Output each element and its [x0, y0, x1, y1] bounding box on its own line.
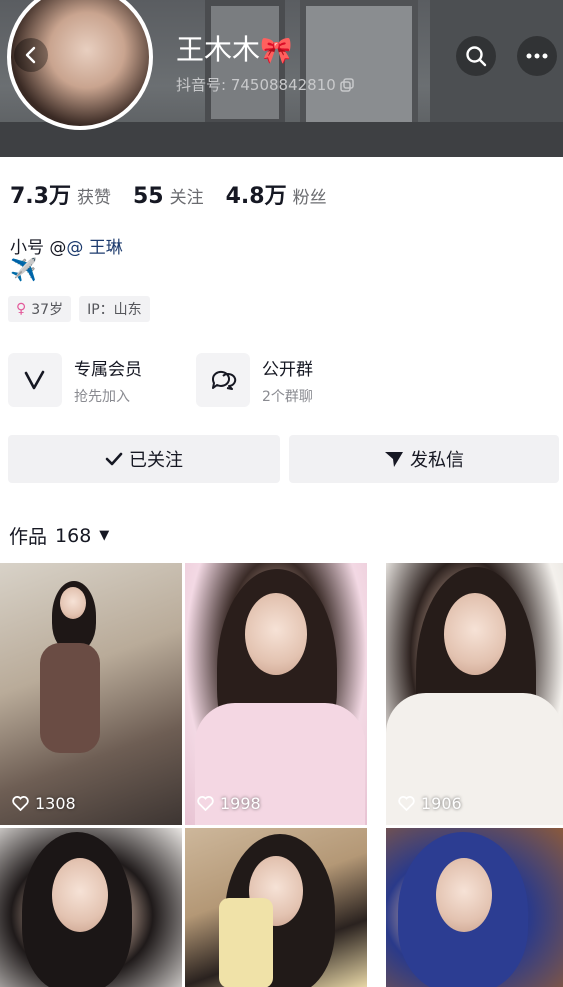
- check-icon: [105, 452, 123, 466]
- heart-icon: [12, 796, 29, 811]
- video-thumbnail[interactable]: 1906: [386, 563, 563, 825]
- video-thumbnail[interactable]: 1998: [185, 563, 367, 825]
- likes-count: 1906: [398, 794, 462, 813]
- message-label: 发私信: [410, 450, 464, 471]
- chat-bubbles-icon: [211, 370, 237, 390]
- airplane-emoji: ✈️: [10, 258, 38, 283]
- thumbnail-face: [444, 593, 506, 675]
- user-name-text: 王木木: [176, 33, 261, 66]
- likes-value: 1308: [35, 794, 76, 813]
- thumbnail-face: [245, 593, 307, 675]
- bow-emoji: 🎀: [260, 36, 293, 66]
- age-tag: ♀ 37岁: [8, 296, 72, 322]
- chevron-left-icon: [25, 46, 36, 64]
- works-label: 作品: [9, 526, 48, 548]
- stat-label: 粉丝: [292, 188, 327, 208]
- thumbnail-face: [436, 858, 492, 932]
- bio-prefix: 小号 @: [10, 238, 67, 258]
- user-id-row[interactable]: 抖音号: 74508842810: [176, 74, 354, 95]
- works-tab[interactable]: 作品 168 ▼: [9, 522, 109, 549]
- likes-count: 1998: [197, 794, 261, 813]
- video-thumbnail[interactable]: [185, 828, 367, 987]
- group-icon-box: [196, 353, 250, 407]
- followed-button[interactable]: 已关注: [8, 435, 280, 483]
- membership-subtitle: 抢先加入: [74, 388, 130, 405]
- likes-value: 1906: [421, 794, 462, 813]
- search-icon: [466, 46, 487, 67]
- stat-following[interactable]: 55 关注: [133, 183, 204, 209]
- video-grid: 1308 1998 1906: [0, 563, 563, 987]
- group-title: 公开群: [262, 359, 313, 380]
- likes-count: 1308: [12, 794, 76, 813]
- send-icon: [385, 452, 403, 467]
- more-button[interactable]: [517, 36, 557, 76]
- public-group-card[interactable]: 公开群 2个群聊: [196, 353, 313, 407]
- likes-value: 1998: [220, 794, 261, 813]
- caret-down-icon: ▼: [99, 528, 110, 543]
- video-thumbnail[interactable]: [0, 828, 182, 987]
- works-count: 168: [55, 524, 92, 547]
- membership-title: 专属会员: [74, 359, 142, 380]
- profile-header: 王木木🎀 抖音号: 74508842810: [0, 0, 563, 157]
- heart-icon: [398, 796, 415, 811]
- thumbnail-face: [60, 587, 86, 619]
- stat-followers[interactable]: 4.8万 粉丝: [226, 178, 327, 210]
- female-icon: ♀: [16, 301, 27, 317]
- membership-icon-box: [8, 353, 62, 407]
- bio-line: 小号 @@ 王琳: [10, 233, 123, 258]
- message-button[interactable]: 发私信: [289, 435, 559, 483]
- stat-value: 7.3万: [10, 184, 71, 209]
- stat-likes[interactable]: 7.3万 获赞: [10, 178, 111, 210]
- stat-value: 4.8万: [225, 184, 287, 209]
- video-thumbnail[interactable]: [386, 828, 563, 987]
- copy-icon[interactable]: [340, 77, 354, 92]
- v-badge-icon: [24, 370, 45, 390]
- heart-icon: [197, 796, 214, 811]
- search-button[interactable]: [456, 36, 496, 76]
- profile-stats: 7.3万 获赞 55 关注 4.8万 粉丝: [10, 178, 349, 210]
- profile-tags: ♀ 37岁 IP：山东: [8, 296, 150, 322]
- video-thumbnail[interactable]: 1308: [0, 563, 182, 825]
- stat-value: 55: [132, 184, 164, 209]
- more-dots-icon: [526, 53, 548, 59]
- thumbnail-face: [52, 858, 108, 932]
- bio-mention-link[interactable]: @ 王琳: [66, 238, 122, 258]
- stat-label: 获赞: [76, 188, 111, 208]
- thumbnail-body: [40, 643, 100, 753]
- user-id: 抖音号: 74508842810: [176, 76, 336, 94]
- back-button[interactable]: [14, 38, 48, 72]
- age-text: 37岁: [31, 302, 64, 318]
- user-name: 王木木🎀: [176, 28, 292, 68]
- stat-label: 关注: [169, 188, 204, 208]
- group-subtitle: 2个群聊: [262, 388, 313, 405]
- followed-label: 已关注: [129, 450, 183, 471]
- membership-card[interactable]: 专属会员 抢先加入: [8, 353, 142, 407]
- ip-text: IP：山东: [87, 302, 142, 318]
- ip-tag: IP：山东: [79, 296, 150, 322]
- thumbnail-phone: [219, 898, 273, 987]
